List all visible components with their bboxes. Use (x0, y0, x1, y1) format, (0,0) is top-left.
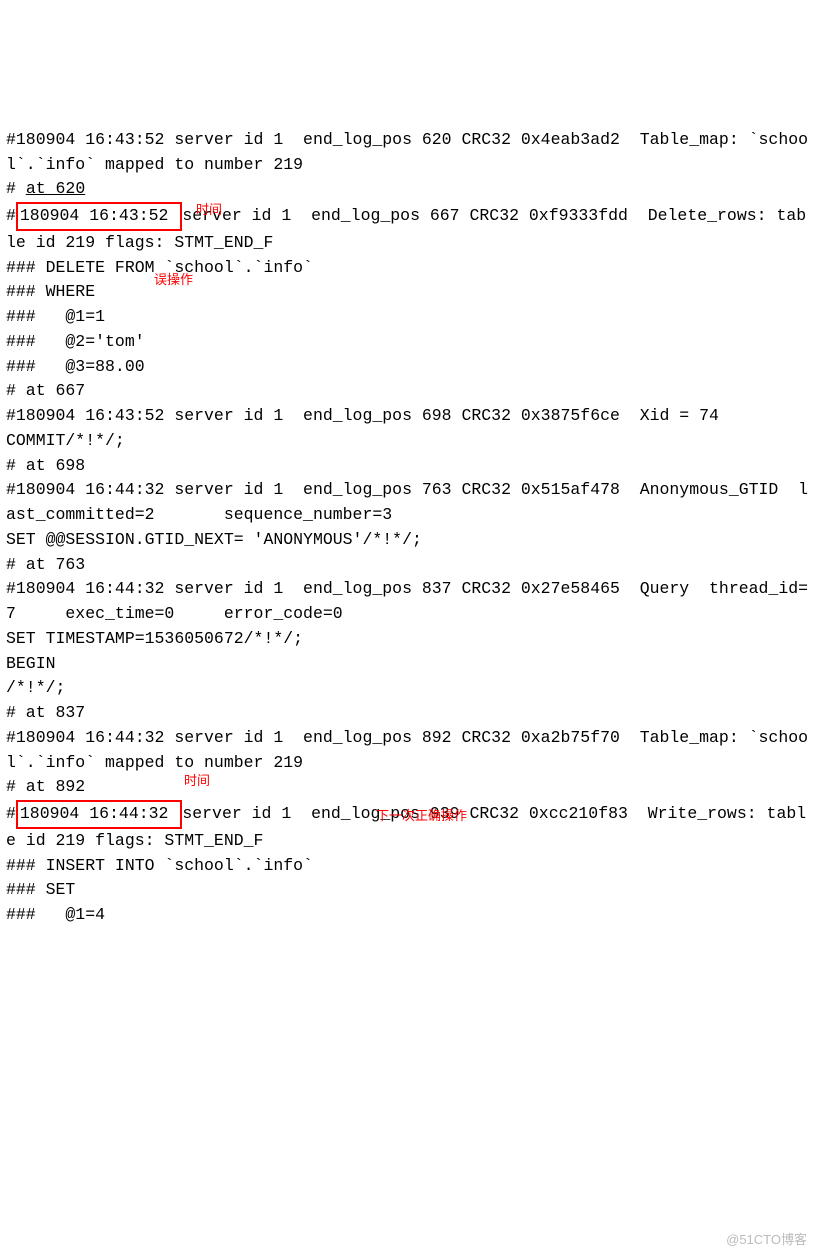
log-line: # at 763 (6, 553, 809, 578)
log-text: # (6, 804, 16, 823)
annotation-time-1: 时间 (196, 200, 222, 220)
log-line: ### @3=88.00 (6, 355, 809, 380)
log-line: ### @1=4 (6, 903, 809, 928)
log-line: ### DELETE FROM `school`.`info` (6, 256, 809, 281)
binlog-output: #180904 16:43:52 server id 1 end_log_pos… (6, 103, 809, 1076)
log-line: # at 698 (6, 454, 809, 479)
log-line: ### @1=1 (6, 305, 809, 330)
log-line: BEGIN (6, 652, 809, 677)
log-line: # at 892 (6, 775, 809, 800)
log-line: #180904 16:44:32 server id 1 end_log_pos… (6, 478, 809, 528)
log-line: ### WHERE (6, 280, 809, 305)
log-line: #180904 16:43:52 server id 1 end_log_pos… (6, 404, 809, 429)
log-line: /*!*/; (6, 676, 809, 701)
annotation-next-correct: 下一次正确操作 (376, 806, 467, 826)
log-text-underline: at 620 (26, 179, 85, 198)
log-line: ### SET (6, 878, 809, 903)
log-line: ### @2='tom' (6, 330, 809, 355)
log-line: COMMIT/*!*/; (6, 429, 809, 454)
log-line: # at 620 (6, 177, 809, 202)
log-line: #180904 16:43:52 server id 1 end_log_pos… (6, 202, 809, 256)
annotation-time-2: 时间 (184, 771, 210, 791)
log-line: SET @@SESSION.GTID_NEXT= 'ANONYMOUS'/*!*… (6, 528, 809, 553)
log-text: # (6, 179, 26, 198)
annotation-misop: 误操作 (154, 270, 193, 290)
highlight-timestamp-1: 180904 16:43:52 (16, 202, 182, 231)
log-text: # (6, 206, 16, 225)
watermark: @51CTO博客 (726, 1230, 807, 1250)
log-line: #180904 16:44:32 server id 1 end_log_pos… (6, 726, 809, 776)
log-line: #180904 16:44:32 server id 1 end_log_pos… (6, 577, 809, 627)
log-line: # at 837 (6, 701, 809, 726)
log-line: ### INSERT INTO `school`.`info` (6, 854, 809, 879)
log-line: SET TIMESTAMP=1536050672/*!*/; (6, 627, 809, 652)
highlight-timestamp-2: 180904 16:44:32 (16, 800, 182, 829)
log-line: # at 667 (6, 379, 809, 404)
log-line: #180904 16:43:52 server id 1 end_log_pos… (6, 128, 809, 178)
